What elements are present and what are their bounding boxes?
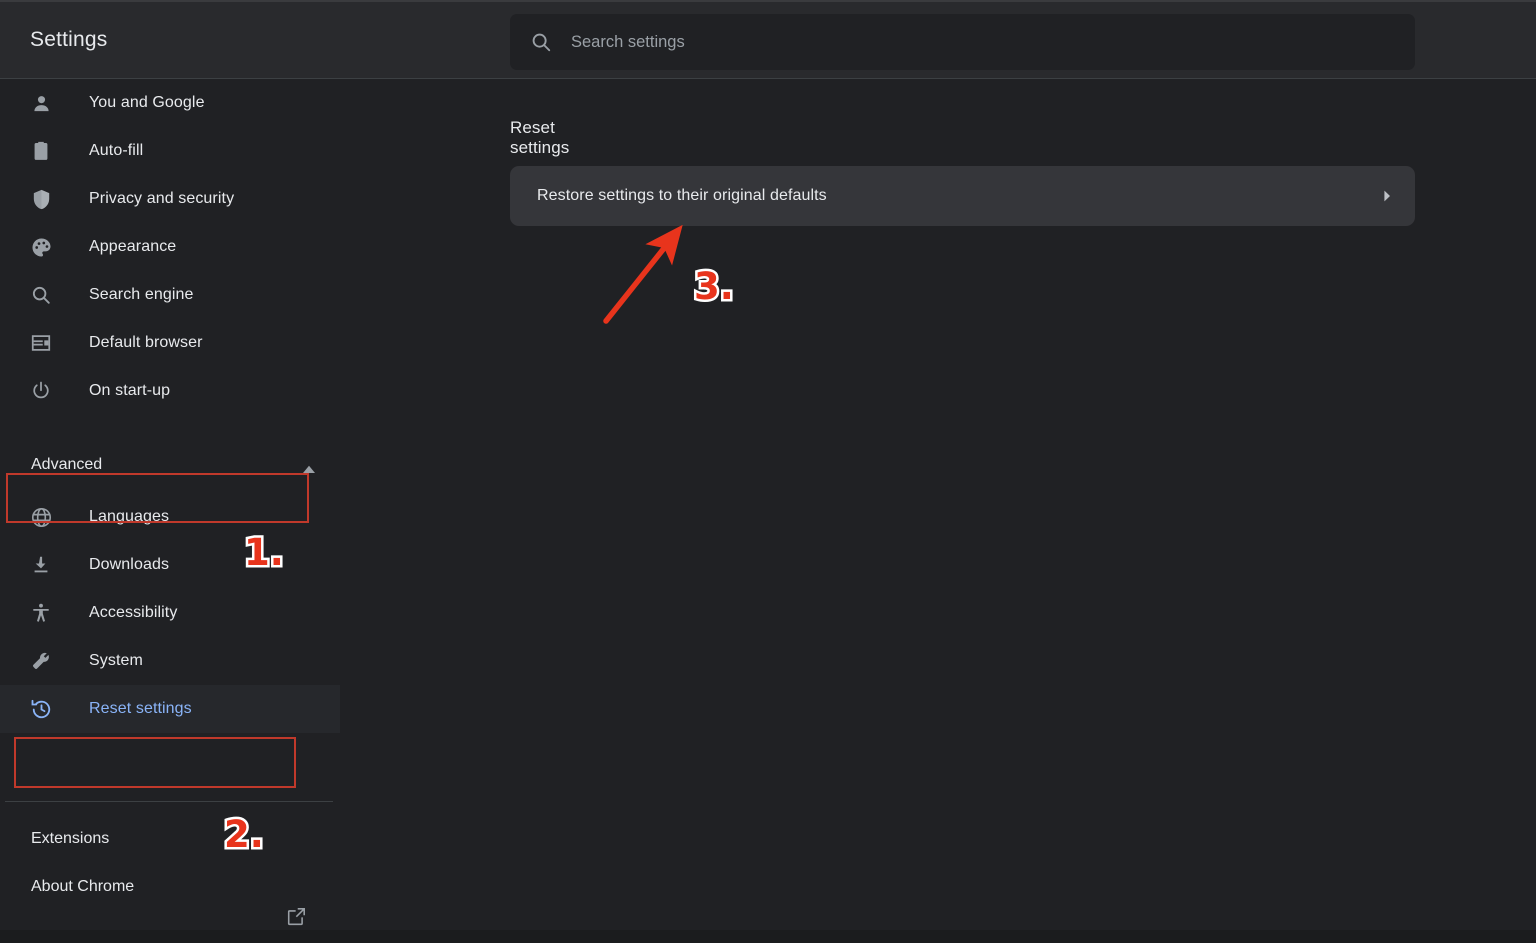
sidebar-item-auto-fill[interactable]: Auto-fill [0, 127, 340, 175]
sidebar-item-label: Privacy and security [89, 190, 235, 207]
sidebar-divider [5, 801, 333, 802]
annotation-number-3: 3. [692, 265, 737, 308]
settings-page: Settings You and Google [0, 0, 1536, 943]
clipboard-icon [30, 139, 62, 163]
settings-sidebar: You and Google Auto-fill Privacy and sec… [0, 79, 340, 943]
sidebar-item-label: Auto-fill [89, 142, 144, 159]
sidebar-item-label: On start-up [89, 382, 171, 399]
sidebar-item-label: You and Google [89, 94, 205, 111]
sidebar-item-about-chrome[interactable]: About Chrome [0, 863, 340, 911]
sidebar-item-downloads[interactable]: Downloads [0, 541, 340, 589]
palette-icon [30, 235, 62, 259]
pointer-arrow-icon [603, 225, 683, 324]
settings-header: Settings [0, 2, 1536, 79]
sidebar-item-label: System [89, 652, 143, 669]
shield-icon [30, 187, 62, 211]
page-title: Settings [30, 28, 108, 51]
download-icon [30, 553, 62, 577]
section-title: Reset settings [510, 118, 570, 157]
wrench-icon [30, 649, 62, 673]
restore-settings-row[interactable]: Restore settings to their original defau… [510, 166, 1415, 226]
magnifier-icon [30, 283, 62, 307]
sidebar-item-system[interactable]: System [0, 637, 340, 685]
sidebar-item-label: About Chrome [31, 878, 135, 895]
sidebar-item-extensions[interactable]: Extensions [0, 815, 340, 863]
search-icon [530, 31, 552, 53]
history-icon [30, 697, 62, 721]
sidebar-item-languages[interactable]: Languages [0, 493, 340, 541]
chevron-up-icon [302, 461, 316, 473]
sidebar-item-label: Reset settings [89, 700, 192, 717]
sidebar-item-label: Extensions [31, 830, 110, 847]
sidebar-item-label: Downloads [89, 556, 170, 573]
sidebar-item-reset-settings[interactable]: Reset settings [0, 685, 340, 733]
window-bottom-edge [0, 930, 1536, 943]
search-input[interactable] [552, 14, 1415, 70]
sidebar-item-appearance[interactable]: Appearance [0, 223, 340, 271]
sidebar-item-default-browser[interactable]: Default browser [0, 319, 340, 367]
chevron-right-icon [1381, 188, 1393, 204]
power-icon [30, 379, 62, 403]
sidebar-item-label: Default browser [89, 334, 203, 351]
browser-window-icon [30, 331, 62, 355]
accessibility-icon [30, 601, 62, 625]
search-bar[interactable] [510, 14, 1415, 70]
external-link-icon[interactable] [286, 906, 307, 927]
sidebar-item-label: Appearance [89, 238, 177, 255]
person-icon [30, 91, 62, 115]
restore-settings-label: Restore settings to their original defau… [537, 187, 827, 204]
sidebar-item-on-start-up[interactable]: On start-up [0, 367, 340, 415]
sidebar-item-privacy-and-security[interactable]: Privacy and security [0, 175, 340, 223]
sidebar-item-label: Search engine [89, 286, 194, 303]
sidebar-advanced-toggle[interactable]: Advanced [0, 441, 340, 489]
sidebar-advanced-label: Advanced [31, 456, 103, 473]
globe-icon [30, 505, 62, 529]
sidebar-item-label: Languages [89, 508, 170, 525]
sidebar-item-you-and-google[interactable]: You and Google [0, 79, 340, 127]
sidebar-item-search-engine[interactable]: Search engine [0, 271, 340, 319]
sidebar-item-label: Accessibility [89, 604, 178, 621]
sidebar-item-accessibility[interactable]: Accessibility [0, 589, 340, 637]
